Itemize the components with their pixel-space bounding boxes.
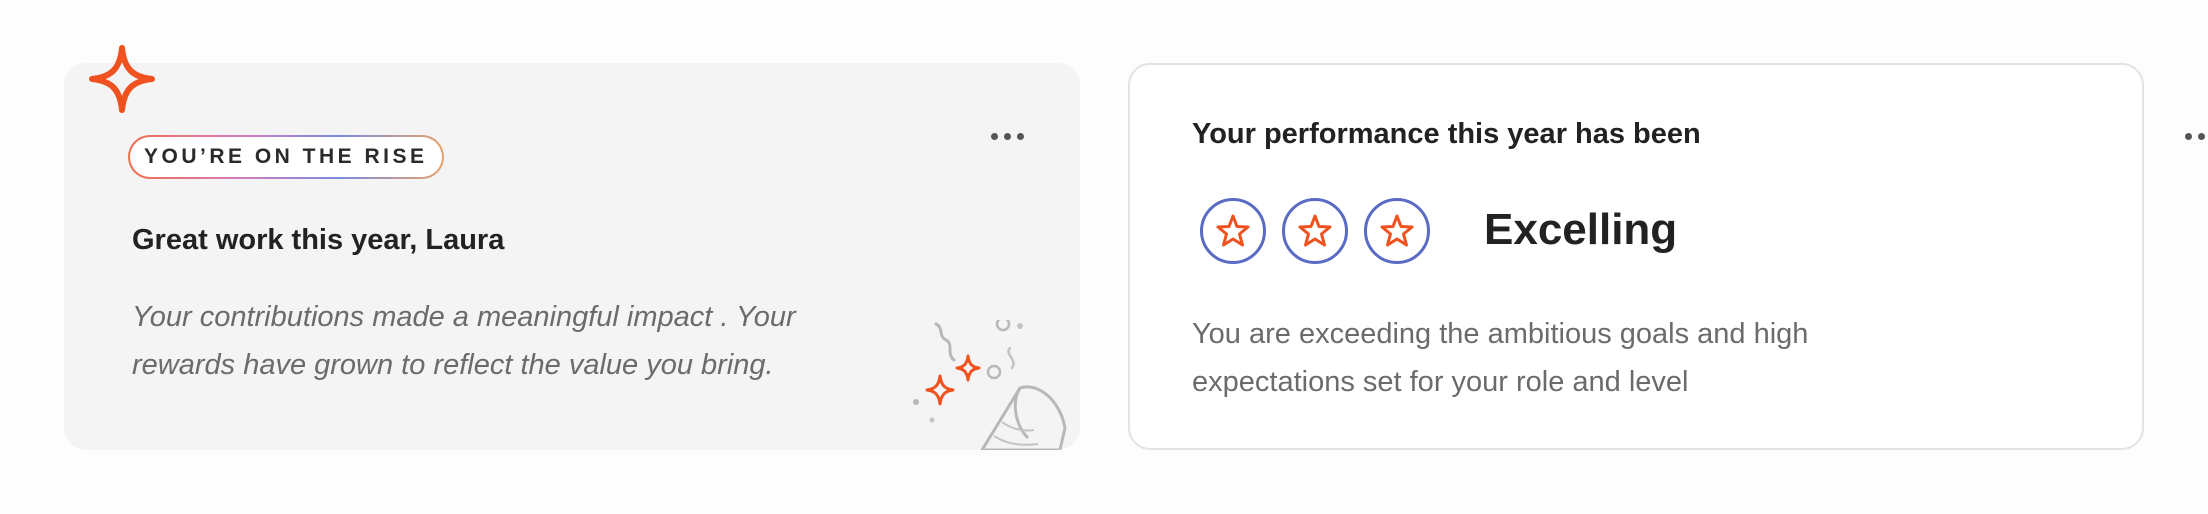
rise-badge: YOU’RE ON THE RISE xyxy=(128,135,444,179)
star-rating-3 xyxy=(1364,198,1430,264)
star-icon xyxy=(1216,214,1250,247)
page: YOU’RE ON THE RISE Great work this year,… xyxy=(0,0,2208,514)
rise-card: YOU’RE ON THE RISE Great work this year,… xyxy=(64,63,1080,450)
dot xyxy=(1003,132,1011,140)
rise-card-title: Great work this year, Laura xyxy=(132,224,505,256)
dot xyxy=(2197,132,2205,140)
more-options-button[interactable] xyxy=(985,122,1029,150)
star-icon xyxy=(1298,214,1332,247)
star-rating-1 xyxy=(1200,198,1266,264)
performance-card-body: You are exceeding the ambitious goals an… xyxy=(1192,318,1809,398)
star-icon xyxy=(1380,214,1414,247)
performance-card: Your performance this year has been Exce… xyxy=(1128,63,2205,450)
performance-card-title: Your performance this year has been xyxy=(1192,118,1701,150)
party-popper-icon xyxy=(913,320,1067,450)
dot xyxy=(990,132,998,140)
sparkle-icon xyxy=(89,45,155,113)
star-rating-2 xyxy=(1282,198,1348,264)
rating-label: Excelling xyxy=(1484,205,1678,254)
more-options-button[interactable] xyxy=(2179,122,2208,150)
rating-stars xyxy=(1200,198,1430,264)
rise-card-body: Your contributions made a meaningful imp… xyxy=(132,301,796,381)
dot xyxy=(2184,132,2192,140)
dot xyxy=(1016,132,1024,140)
